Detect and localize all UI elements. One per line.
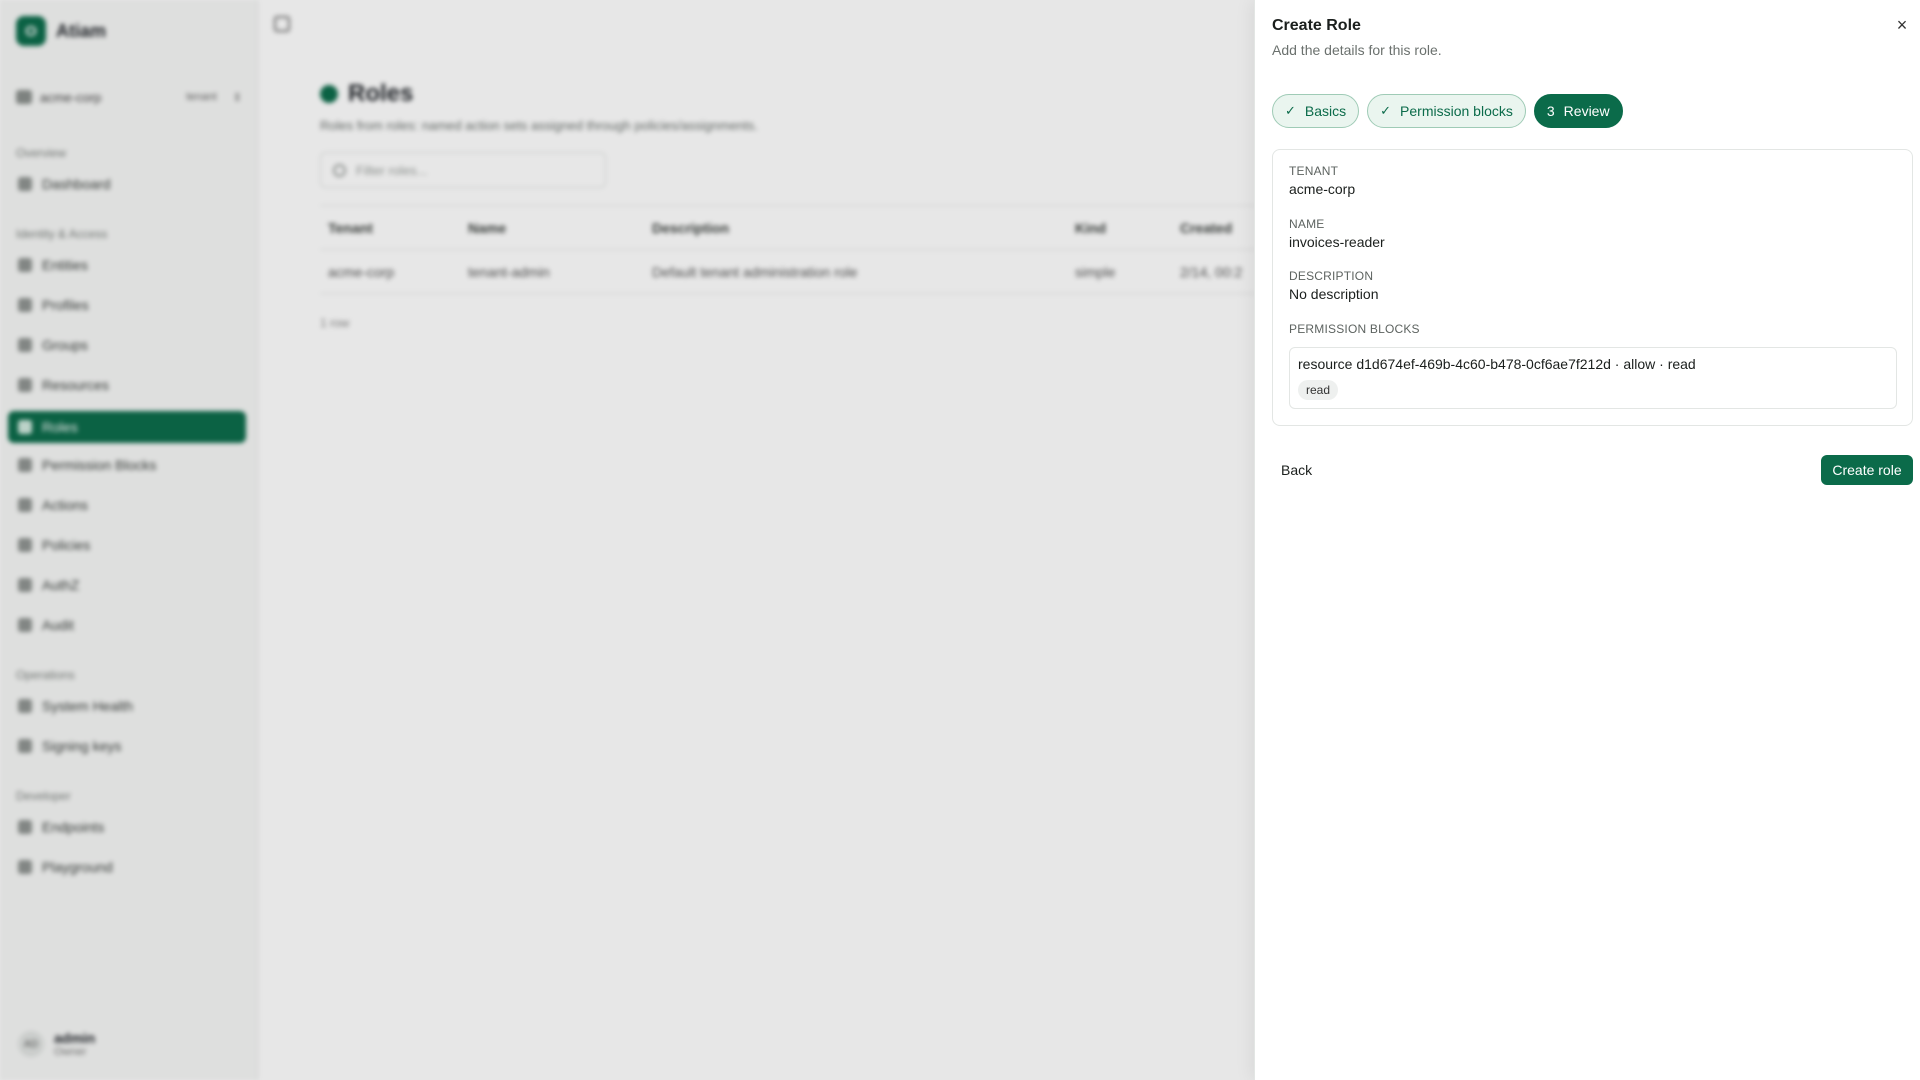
stepper: ✓ Basics ✓ Permission blocks 3 Review (1272, 94, 1623, 128)
permission-block-item: resource d1d674ef-469b-4c60-b478-0cf6ae7… (1289, 347, 1897, 409)
action-badge: read (1298, 380, 1339, 400)
create-role-sheet: Create Role Add the details for this rol… (1254, 0, 1920, 1080)
step-permission-blocks[interactable]: ✓ Permission blocks (1367, 94, 1526, 128)
step-number: 3 (1546, 103, 1555, 119)
permission-block-summary: resource d1d674ef-469b-4c60-b478-0cf6ae7… (1298, 356, 1696, 372)
check-icon: ✓ (1285, 103, 1296, 118)
step-label: Permission blocks (1400, 103, 1513, 119)
close-icon[interactable]: × (1892, 15, 1912, 35)
sheet-description: Add the details for this role. (1272, 42, 1442, 58)
back-button[interactable]: Back (1272, 455, 1321, 485)
step-label: Review (1563, 103, 1610, 119)
modal-overlay[interactable] (0, 0, 1254, 1080)
step-label: Basics (1304, 103, 1347, 119)
name-label: NAME (1289, 217, 1325, 231)
tenant-label: TENANT (1289, 164, 1339, 178)
sheet-title: Create Role (1272, 17, 1361, 34)
description-label: DESCRIPTION (1289, 269, 1374, 283)
permission-blocks-label: PERMISSION BLOCKS (1289, 322, 1420, 336)
name-value: invoices-reader (1289, 234, 1385, 250)
review-card: TENANT acme-corp NAME invoices-reader DE… (1272, 149, 1913, 426)
tenant-value: acme-corp (1289, 181, 1356, 197)
description-value: No description (1289, 286, 1379, 302)
create-role-button[interactable]: Create role (1821, 455, 1913, 485)
check-icon: ✓ (1380, 103, 1392, 118)
step-basics[interactable]: ✓ Basics (1272, 94, 1360, 128)
step-review[interactable]: 3 Review (1533, 94, 1623, 128)
